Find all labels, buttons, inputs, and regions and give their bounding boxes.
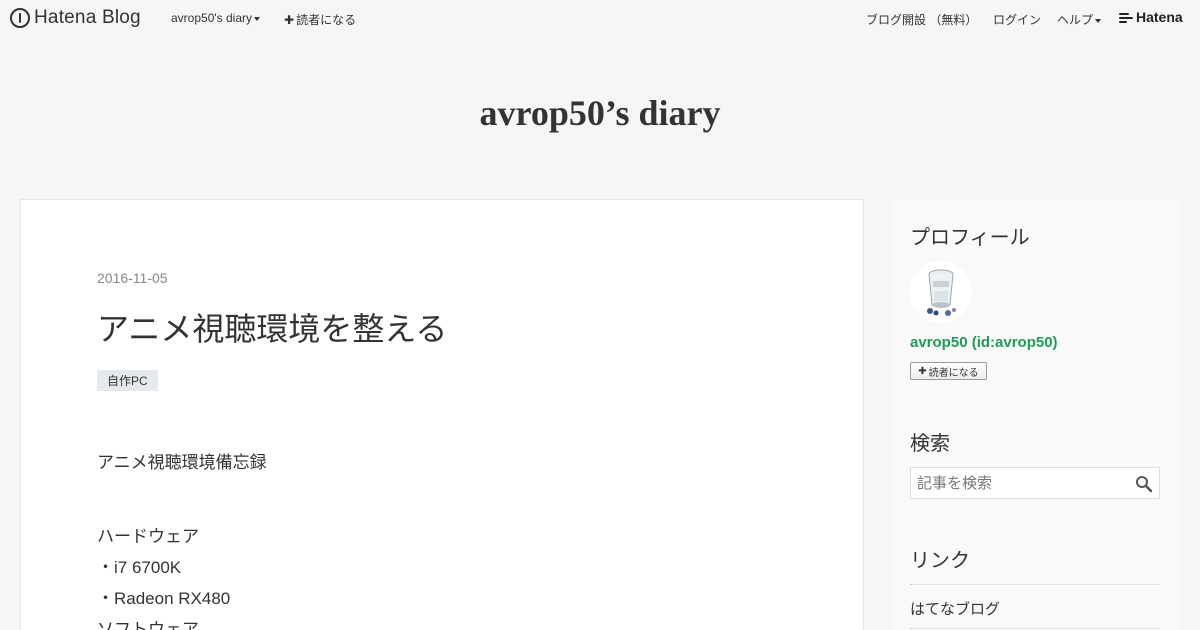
blog-title[interactable]: avrop50’s diary xyxy=(0,92,1200,134)
search-icon xyxy=(1136,476,1153,493)
plus-icon: ✚ xyxy=(284,13,295,27)
entry-body-line: ソフトウェア xyxy=(97,620,199,630)
divider xyxy=(910,584,1160,585)
global-header: Hatena Blog avrop50's diary ✚ 読者になる ブログ開設… xyxy=(0,0,1200,36)
profile-heading: プロフィール xyxy=(910,227,1030,249)
category-tag[interactable]: 自作PC xyxy=(97,370,158,391)
hatena-blog-logo[interactable]: Hatena Blog xyxy=(10,7,141,29)
search-input[interactable] xyxy=(911,468,1129,498)
blog-menu-dropdown[interactable]: avrop50's diary xyxy=(171,11,260,25)
blog-menu-label: avrop50's diary xyxy=(171,11,252,25)
entry-body-line: ・i7 6700K xyxy=(97,558,182,577)
help-menu-dropdown[interactable]: ヘルプ xyxy=(1057,11,1102,28)
entry-date[interactable]: 2016-11-05 xyxy=(97,270,168,286)
hatena-mark-icon xyxy=(1119,12,1133,23)
brand-label: Hatena xyxy=(1136,9,1183,25)
subscribe-button-label: 読者になる xyxy=(928,367,979,379)
hatena-brand-link[interactable]: Hatena xyxy=(1119,9,1183,25)
open-blog-link[interactable]: ブログ開設 （無料） xyxy=(866,11,977,28)
help-label: ヘルプ xyxy=(1057,13,1094,27)
search-button[interactable] xyxy=(1135,475,1153,493)
hatena-blog-logo-icon xyxy=(10,8,30,28)
link-item-hatena-blog[interactable]: はてなブログ xyxy=(910,598,1000,619)
entry-body-line: ・Radeon RX480 xyxy=(97,589,231,608)
caret-down-icon xyxy=(254,16,260,21)
plus-icon: ✚ xyxy=(918,365,927,377)
profile-avatar[interactable] xyxy=(910,261,972,323)
entry-body-line: ハードウェア xyxy=(97,527,199,546)
divider xyxy=(910,628,1160,629)
subscribe-label: 読者になる xyxy=(296,13,357,27)
subscribe-button[interactable]: ✚ 読者になる xyxy=(910,362,987,380)
entry-article: 2016-11-05 アニメ視聴環境を整える 自作PC アニメ視聴環境備忘録 ハ… xyxy=(20,199,864,630)
avatar-image-icon xyxy=(910,261,972,323)
search-heading: 検索 xyxy=(910,433,950,455)
caret-down-icon xyxy=(1095,18,1102,23)
subscribe-link[interactable]: ✚ 読者になる xyxy=(284,11,356,28)
sidebar: プロフィール avrop50 (id:avrop50) ✚ 読者になる 検索 記… xyxy=(892,199,1180,630)
entry-body-line: アニメ視聴環境備忘録 xyxy=(97,453,267,472)
login-link[interactable]: ログイン xyxy=(993,11,1041,28)
profile-name-link[interactable]: avrop50 (id:avrop50) xyxy=(910,334,1058,351)
logo-text: Hatena Blog xyxy=(34,7,141,28)
entry-title[interactable]: アニメ視聴環境を整える xyxy=(97,304,447,350)
search-form xyxy=(910,467,1160,499)
links-heading: リンク xyxy=(910,550,970,572)
